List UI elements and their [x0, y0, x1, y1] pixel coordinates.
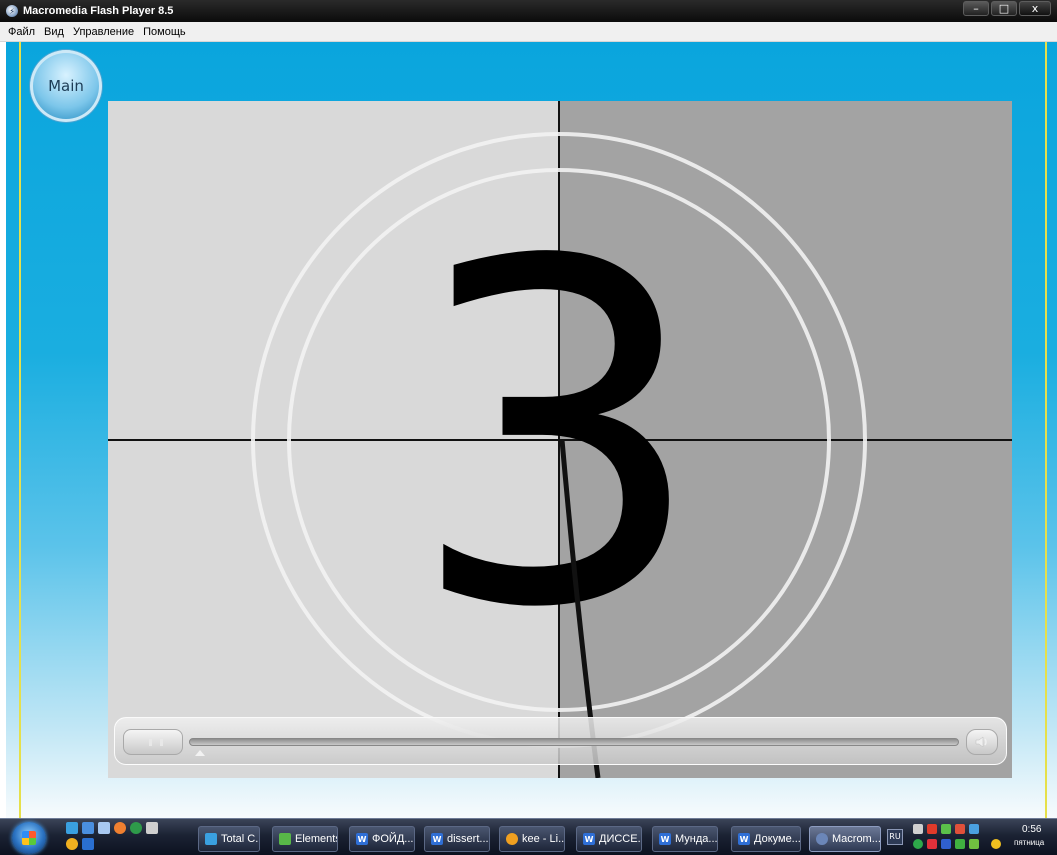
task-label: Мунда... [675, 833, 718, 845]
speaker-icon [975, 736, 987, 748]
task-label: dissert... [447, 833, 489, 845]
taskbar: Total C... Elements W ФОЙД... W dissert.… [0, 818, 1057, 855]
player-control-bar [114, 717, 1007, 765]
language-indicator[interactable]: RU [887, 829, 903, 845]
word-icon: W [738, 833, 750, 845]
tray-misc-icon[interactable] [991, 839, 1001, 849]
tray-update-icon[interactable] [913, 839, 923, 849]
guide-line-left [19, 42, 21, 818]
window-controls: – □ x [963, 1, 1051, 16]
word-icon: W [356, 833, 368, 845]
film-leader-graphic: 3 [108, 101, 1012, 778]
volume-button[interactable] [966, 729, 998, 755]
tray-volume-icon[interactable] [955, 824, 965, 834]
seek-handle[interactable] [195, 750, 205, 756]
update-icon[interactable] [130, 822, 142, 834]
desktop-icon[interactable] [82, 822, 94, 834]
menu-control[interactable]: Управление [73, 26, 134, 38]
ie-icon[interactable] [66, 822, 78, 834]
calendar-icon[interactable] [146, 822, 158, 834]
task-total-commander[interactable]: Total C... [198, 826, 260, 852]
task-label: Elements [295, 833, 338, 845]
task-label: Total C... [221, 833, 259, 845]
tray-network-icon[interactable] [941, 824, 951, 834]
start-button[interactable] [12, 822, 46, 854]
total-commander-icon [205, 833, 217, 845]
countdown-number: 3 [407, 163, 706, 710]
word-icon: W [431, 833, 443, 845]
maximize-button[interactable]: □ [991, 1, 1017, 16]
tray-antivirus-icon[interactable] [927, 824, 937, 834]
guide-line-right [1045, 42, 1047, 818]
task-word-dissert[interactable]: W dissert... [424, 826, 490, 852]
main-button[interactable]: Main [30, 50, 102, 122]
tray-display-icon[interactable] [969, 824, 979, 834]
task-label: Докуме... [754, 833, 801, 845]
tray-battery-icon[interactable] [955, 839, 965, 849]
tray-nvidia-icon[interactable] [969, 839, 979, 849]
task-word-disse[interactable]: W ДИССЕ... [576, 826, 642, 852]
video-area: 3 [108, 101, 1012, 778]
minimize-button[interactable]: – [963, 1, 989, 16]
task-elements[interactable]: Elements [272, 826, 338, 852]
task-word-docume[interactable]: W Докуме... [731, 826, 801, 852]
seek-bar[interactable] [189, 738, 959, 746]
clock-day[interactable]: пятница [1014, 838, 1044, 847]
pause-button[interactable] [123, 729, 183, 755]
media-icon[interactable] [66, 838, 78, 850]
task-flash-player[interactable]: Macrom... [809, 826, 881, 852]
task-browser-kee[interactable]: kee - Li... [499, 826, 565, 852]
main-button-label: Main [48, 77, 84, 95]
task-label: kee - Li... [522, 833, 565, 845]
word-icon: W [583, 833, 595, 845]
elements-icon [279, 833, 291, 845]
menu-file[interactable]: Файл [8, 26, 35, 38]
browser-icon[interactable] [114, 822, 126, 834]
task-label: ФОЙД... [372, 833, 414, 845]
flash-player-icon [816, 833, 828, 845]
task-label: Macrom... [832, 833, 881, 845]
task-word-munda[interactable]: W Мунда... [652, 826, 718, 852]
task-label: ДИССЕ... [599, 833, 642, 845]
tray-app-icon[interactable] [913, 824, 923, 834]
app-icon[interactable] [82, 838, 94, 850]
menu-bar: Файл Вид Управление Помощь [0, 22, 1057, 42]
task-word-foid[interactable]: W ФОЙД... [349, 826, 415, 852]
clock-time[interactable]: 0:56 [1022, 824, 1041, 835]
title-bar: ⚡ Macromedia Flash Player 8.5 – □ x [0, 0, 1057, 22]
save-icon[interactable] [98, 822, 110, 834]
close-button[interactable]: x [1019, 1, 1051, 16]
tray-flag-icon[interactable] [941, 839, 951, 849]
menu-help[interactable]: Помощь [143, 26, 186, 38]
word-icon: W [659, 833, 671, 845]
stage-left-edge [0, 42, 6, 818]
tray-shield-icon[interactable] [927, 839, 937, 849]
browser-icon [506, 833, 518, 845]
flash-player-icon: ⚡ [6, 5, 18, 17]
menu-view[interactable]: Вид [44, 26, 64, 38]
window-title: Macromedia Flash Player 8.5 [23, 5, 174, 17]
